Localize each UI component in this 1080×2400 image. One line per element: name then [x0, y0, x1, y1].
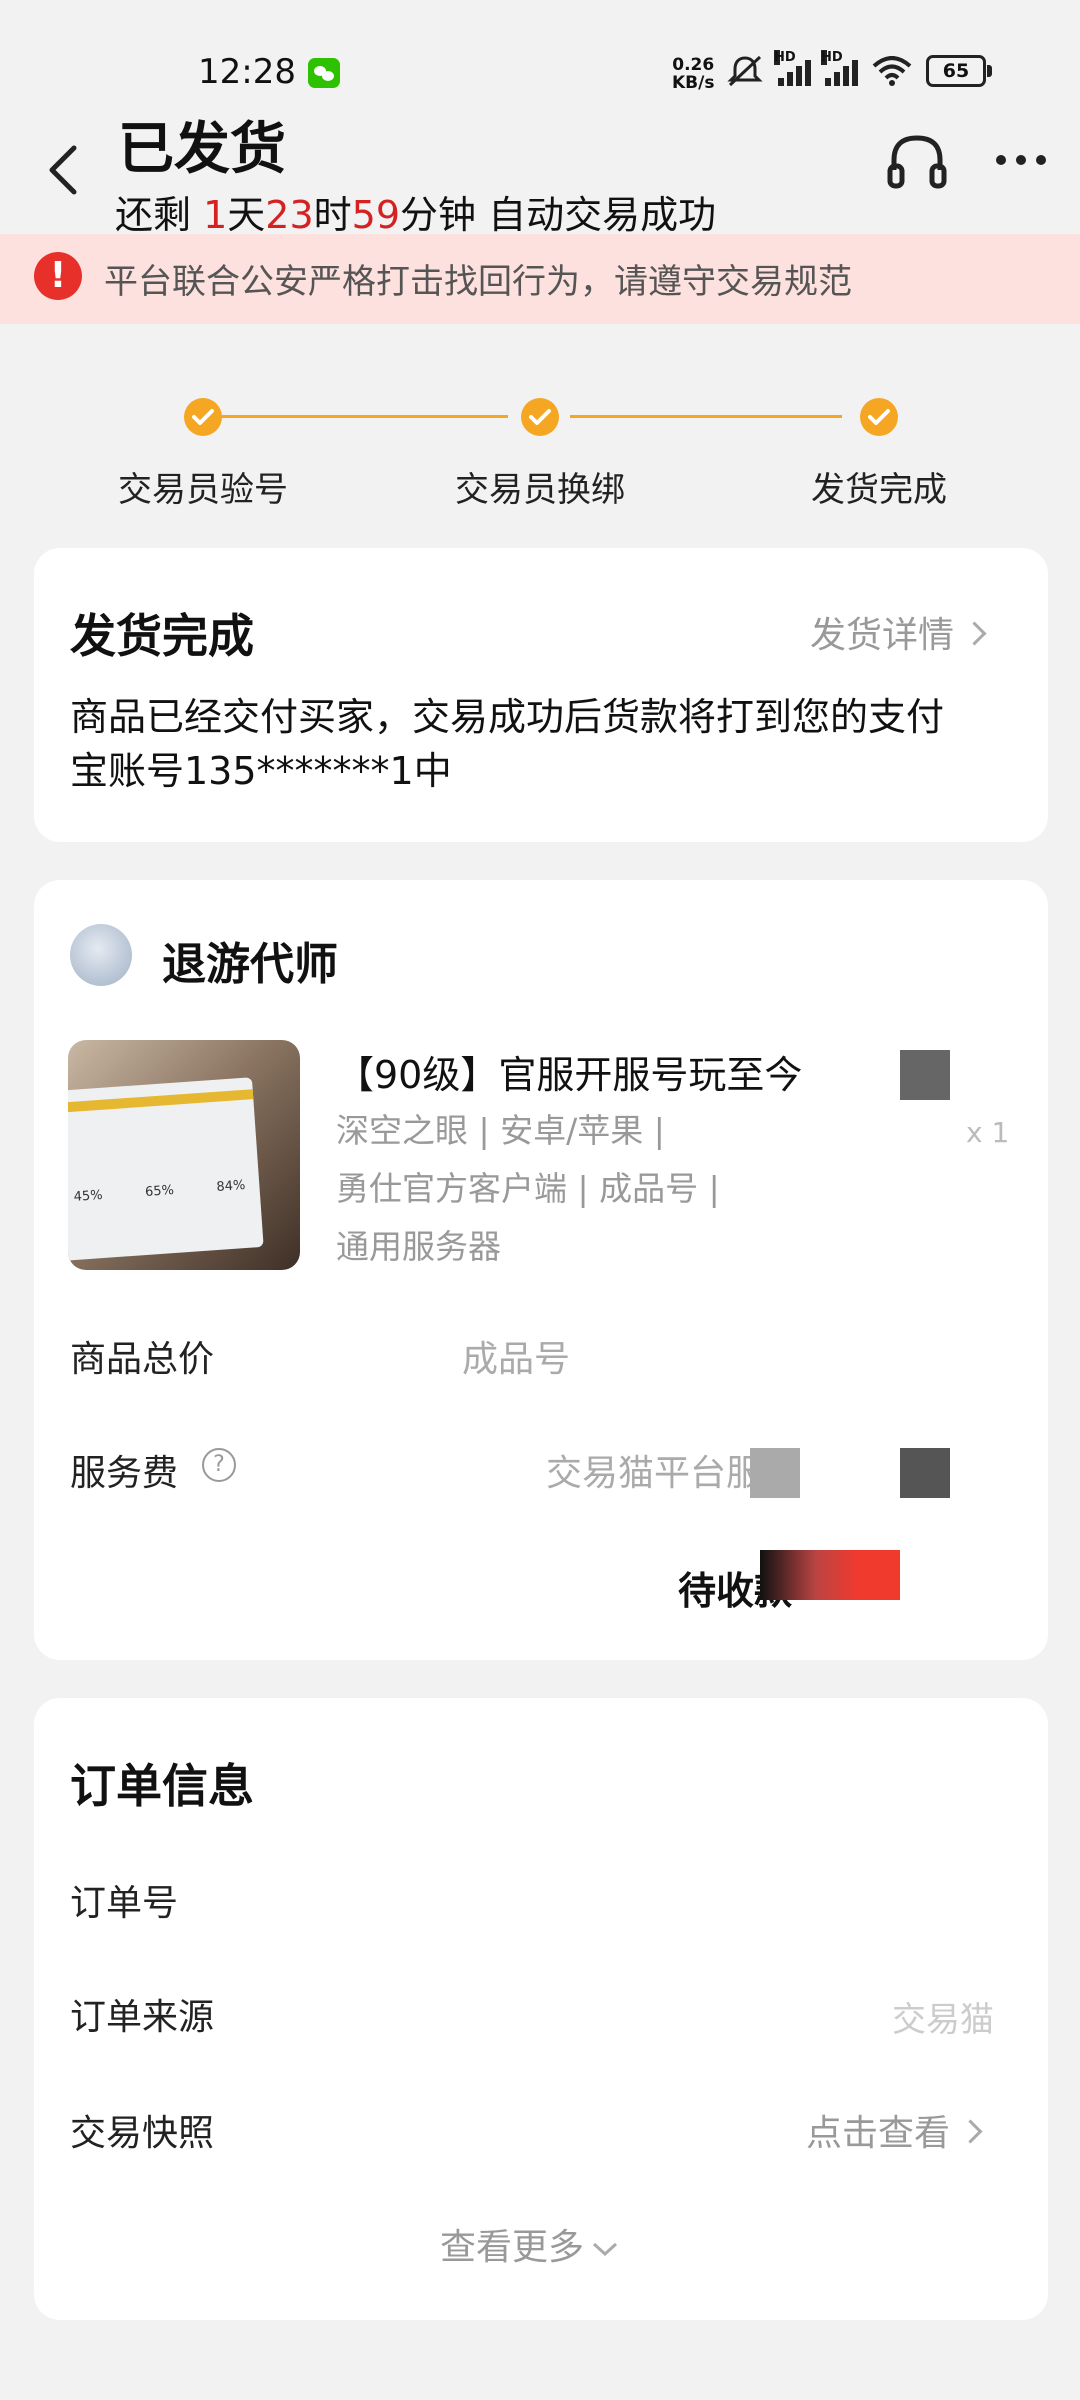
countdown-hours-unit: 时: [313, 193, 352, 237]
service-fee-value: 交易猫平台服: [546, 1453, 763, 1494]
countdown-prefix: 还剩: [115, 193, 204, 237]
step-1-label: 交易员验号: [118, 470, 288, 510]
more-options-icon[interactable]: [993, 150, 1049, 170]
order-source-label: 订单来源: [70, 1997, 215, 2038]
status-icons: HD HD 65: [726, 50, 992, 88]
service-fee-label: 服务费: [70, 1453, 179, 1494]
product-card: [34, 880, 1048, 1660]
net-speed-unit: KB/s: [672, 73, 715, 93]
step-connector-2: [570, 415, 842, 418]
wifi-icon: [872, 56, 912, 86]
help-question-icon[interactable]: ?: [202, 1448, 236, 1482]
chevron-right-icon: [958, 2118, 983, 2144]
trade-snapshot-link-label: 点击查看: [806, 2113, 951, 2154]
delivery-desc-line-2: 宝账号135*******1中: [70, 749, 452, 793]
redacted-amount: [760, 1550, 900, 1600]
back-arrow-icon[interactable]: [44, 140, 84, 200]
chevron-down-icon: [593, 2242, 618, 2257]
mute-icon: [727, 55, 763, 87]
hd-badge-1: HD: [774, 50, 796, 65]
product-tags-line-1: 深空之眼 | 安卓/苹果 |: [336, 1111, 665, 1150]
product-tags-line-2: 勇仕官方客户端 | 成品号 |: [336, 1169, 720, 1208]
network-speed: 0.26 KB/s: [672, 56, 714, 92]
countdown-days-unit: 天: [227, 193, 266, 237]
alert-icon: !: [34, 252, 82, 300]
step-3-check-icon: [860, 398, 898, 436]
customer-service-headset-icon[interactable]: [884, 130, 950, 196]
order-number-label: 订单号: [70, 1883, 179, 1924]
net-speed-value: 0.26: [672, 55, 715, 75]
step-2-check-icon: [521, 398, 559, 436]
delivery-details-label: 发货详情: [810, 615, 955, 656]
warning-text: 平台联合公安严格打击找回行为，请遵守交易规范: [104, 262, 852, 302]
redacted-block-2: [750, 1448, 800, 1498]
delivery-card-title: 发货完成: [70, 609, 254, 663]
delivery-description: 商品已经交付买家，交易成功后货款将打到您的支付 宝账号135*******1中: [70, 690, 1030, 798]
delivery-details-link[interactable]: 发货详情: [810, 606, 987, 658]
trade-snapshot-label: 交易快照: [70, 2113, 215, 2154]
signal-1-icon: HD: [774, 50, 811, 86]
product-title[interactable]: 【90级】官服开服号玩至今: [336, 1044, 802, 1099]
auto-complete-countdown: 还剩 1天23时59分钟 自动交易成功: [115, 184, 716, 239]
step-connector-1: [222, 415, 508, 418]
battery-indicator: 65: [926, 55, 992, 87]
redacted-block-3: [900, 1448, 950, 1498]
order-info-title: 订单信息: [70, 1759, 254, 1813]
product-quantity: x 1: [966, 1116, 1010, 1149]
status-time: 12:28: [198, 52, 296, 92]
order-source-value: 交易猫: [892, 2000, 994, 2040]
seller-name[interactable]: 退游代师: [162, 928, 338, 992]
seller-avatar[interactable]: [70, 924, 132, 986]
countdown-days: 1: [203, 193, 228, 237]
total-price-value: 成品号: [462, 1339, 571, 1380]
countdown-suffix: 自动交易成功: [488, 193, 717, 237]
step-3-label: 发货完成: [811, 470, 947, 510]
thumbnail-screen: 45% 65% 84%: [68, 1077, 264, 1261]
countdown-minutes-unit: 分钟: [400, 193, 489, 237]
thumb-stat-2: 65%: [144, 1182, 175, 1200]
step-2-label: 交易员换绑: [455, 470, 625, 510]
signal-2-icon: HD: [821, 50, 858, 86]
redacted-block-1: [900, 1050, 950, 1100]
chevron-right-icon: [962, 620, 987, 646]
step-1-check-icon: [184, 398, 222, 436]
trade-snapshot-link[interactable]: 点击查看: [806, 2104, 983, 2156]
page-title: 已发货: [118, 117, 286, 182]
thumb-stat-3: 84%: [216, 1177, 246, 1195]
delivery-desc-line-1: 商品已经交付买家，交易成功后货款将打到您的支付: [70, 695, 945, 739]
product-thumbnail[interactable]: 45% 65% 84%: [68, 1040, 300, 1270]
view-more-label: 查看更多: [440, 2227, 585, 2268]
total-price-label: 商品总价: [70, 1339, 215, 1380]
hd-badge-2: HD: [821, 50, 843, 65]
product-tags-line-3: 通用服务器: [336, 1227, 501, 1266]
wechat-notification-icon: [308, 58, 340, 88]
view-more-button[interactable]: 查看更多: [440, 2218, 620, 2270]
countdown-hours: 23: [265, 193, 314, 237]
countdown-minutes: 59: [351, 193, 401, 237]
thumb-stat-1: 45%: [73, 1187, 104, 1205]
